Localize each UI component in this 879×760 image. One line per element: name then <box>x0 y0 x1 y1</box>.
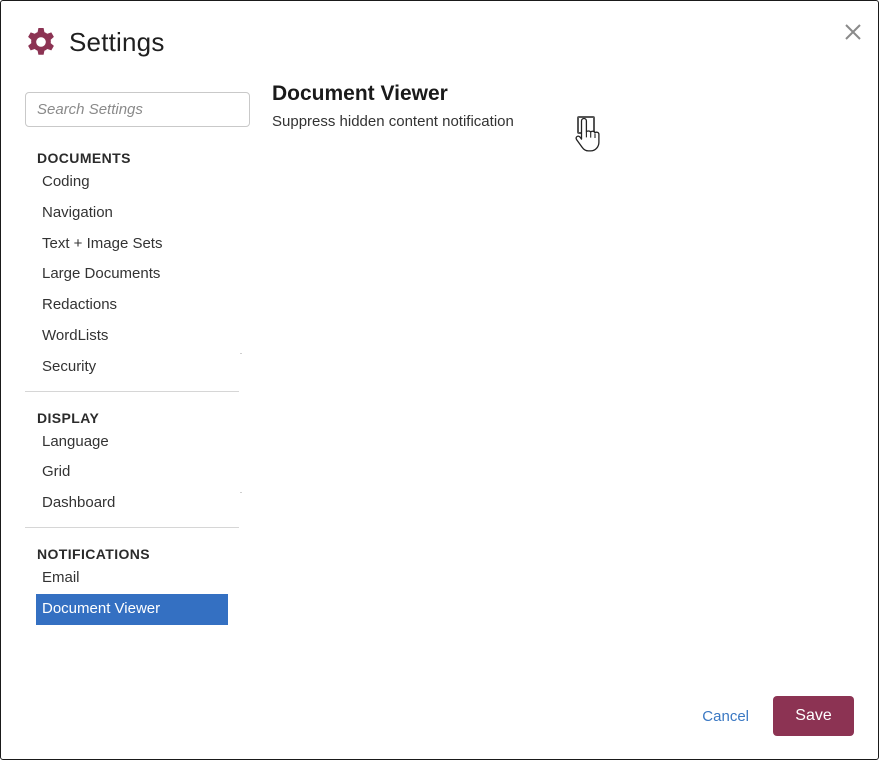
sidebar-item-dashboard[interactable]: Dashboard <box>36 488 228 519</box>
section-heading-notifications: NOTIFICATIONS <box>37 545 151 562</box>
section-display: DISPLAY Language Grid Dashboard <box>25 409 239 528</box>
section-notifications: NOTIFICATIONS Email Document Viewer <box>25 545 239 633</box>
dialog-header: Settings <box>25 25 165 59</box>
sidebar-item-coding[interactable]: Coding <box>36 167 228 198</box>
sidebar-item-email[interactable]: Email <box>36 563 228 594</box>
section-heading-documents: DOCUMENTS <box>37 150 131 166</box>
dialog-title: Settings <box>69 26 165 57</box>
sidebar-item-redactions[interactable]: Redactions <box>36 290 228 321</box>
sidebar-item-text-image-sets[interactable]: Text + Image Sets <box>36 229 228 260</box>
save-button[interactable]: Save <box>773 696 854 736</box>
setting-row-suppress-hidden-content: Suppress hidden content notification <box>272 110 832 134</box>
sidebar-item-large-documents[interactable]: Large Documents <box>36 259 228 290</box>
close-icon[interactable] <box>843 22 863 42</box>
gear-icon <box>28 28 54 55</box>
section-heading-display: DISPLAY <box>37 409 100 426</box>
section-documents: DOCUMENTS Coding Navigation Text + Image… <box>25 149 239 392</box>
settings-dialog: Settings DOCUMENTS Coding Navigation Tex… <box>0 0 879 760</box>
scroll-indicator <box>240 353 242 354</box>
cancel-button[interactable]: Cancel <box>702 708 749 725</box>
sidebar-item-wordlists[interactable]: WordLists <box>36 321 228 352</box>
suppress-hidden-content-checkbox[interactable] <box>577 116 595 134</box>
settings-content: Document Viewer Suppress hidden content … <box>272 80 832 134</box>
search-settings-input[interactable] <box>25 92 250 127</box>
content-title: Document Viewer <box>272 82 448 105</box>
sidebar-item-document-viewer[interactable]: Document Viewer <box>36 593 228 625</box>
settings-sidebar: DOCUMENTS Coding Navigation Text + Image… <box>25 92 250 633</box>
sidebar-item-grid[interactable]: Grid <box>36 457 228 488</box>
sidebar-item-security[interactable]: Security <box>36 352 228 383</box>
sidebar-item-language[interactable]: Language <box>36 427 228 458</box>
scroll-indicator <box>240 492 242 493</box>
sidebar-item-navigation[interactable]: Navigation <box>36 198 228 229</box>
dialog-footer: Cancel Save <box>702 696 854 736</box>
setting-label: Suppress hidden content notification <box>272 112 514 130</box>
